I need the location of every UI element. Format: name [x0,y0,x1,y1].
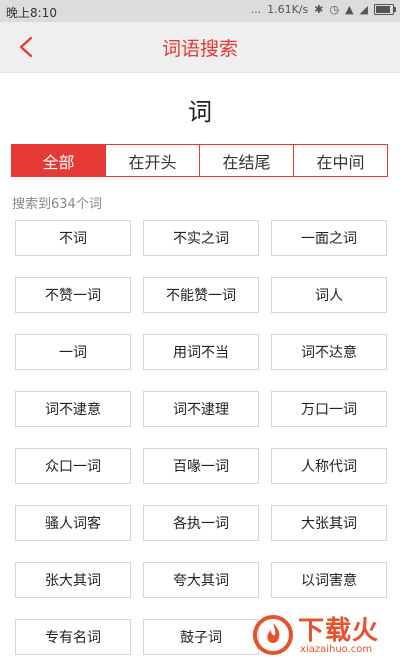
results-grid: 不词 不实之词 一面之词不赞一词 不能赞一词 词人一词 用词不当 词不达意词不逮意 词不逮理万… [15,220,387,655]
bluetooth-icon: ✱ [314,3,324,16]
result-word-item[interactable]: 词人 [271,277,387,313]
query-word: 词 [188,98,212,126]
result-word-item[interactable]: 骚人词客 [15,505,131,541]
result-word-item[interactable]: 专有名词 [15,619,131,655]
watermark-url: xiazaihuo.com [300,644,373,655]
tab-1[interactable]: 在开头 [105,145,199,176]
fire-logo-icon [253,615,293,655]
page-title: 词语搜索 [161,38,238,60]
result-word-item[interactable]: 不词 [15,220,131,256]
result-word-item[interactable]: 一词 [15,334,131,370]
result-count: 搜索到634个词 [12,197,102,212]
result-word-item[interactable]: 不实之词 [143,220,259,256]
result-word-item[interactable]: 词不达意 [271,334,387,370]
result-word-item[interactable]: 众口一词 [15,448,131,484]
result-word-item[interactable]: 鼓子词 [143,619,259,655]
tab-2[interactable]: 在结尾 [199,145,293,176]
result-word-item[interactable]: 以词害意 [271,562,387,598]
watermark-text: 下载火 [298,616,380,646]
result-word-item[interactable]: 人称代词 [271,448,387,484]
result-word-item[interactable]: 用词不当 [143,334,259,370]
tab-0[interactable]: 全部 [12,145,105,176]
result-word-item[interactable]: 词不逮意 [15,391,131,427]
watermark: 下载火 xiazaihuo.com [252,610,394,662]
result-word-item[interactable]: 夸大其词 [143,562,259,598]
status-icons: ... 1.61K/s ✱ ◷ ▲ ◢ [250,3,396,16]
status-bar: 晚上8:10 ... 1.61K/s ✱ ◷ ▲ ◢ [0,0,400,22]
battery-icon [374,4,396,15]
result-word-item[interactable]: 词不逮理 [143,391,259,427]
result-word-item[interactable]: 不能赞一词 [143,277,259,313]
result-word-item[interactable]: 大张其词 [271,505,387,541]
signal-icon: ◢ [359,3,368,16]
result-word-item[interactable]: 万口一词 [271,391,387,427]
status-time: 晚上8:10 [6,6,57,20]
result-word-item[interactable]: 各执一词 [143,505,259,541]
status-dots: ... [250,3,262,16]
wifi-icon: ▲ [345,3,354,16]
network-speed: 1.61K/s [267,3,309,16]
alarm-icon: ◷ [329,3,340,16]
result-word-item[interactable]: 张大其词 [15,562,131,598]
filter-tabs: 全部 在开头 在结尾 在中间 [11,144,388,177]
result-word-item[interactable]: 百喙一词 [143,448,259,484]
tab-3[interactable]: 在中间 [293,145,387,176]
result-word-item[interactable]: 一面之词 [271,220,387,256]
result-word-item[interactable]: 不赞一词 [15,277,131,313]
header-bar: 词语搜索 [0,22,400,73]
